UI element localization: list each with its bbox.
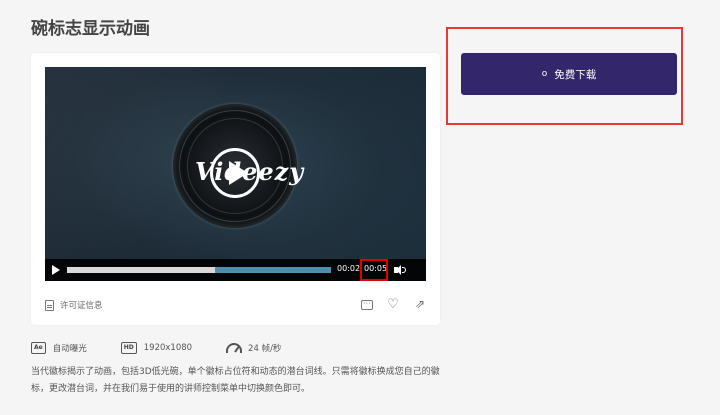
ae-icon: Ae	[31, 342, 46, 354]
comment-icon[interactable]	[361, 297, 373, 310]
volume-icon[interactable]	[394, 265, 406, 275]
big-play-icon[interactable]	[210, 148, 260, 198]
free-download-button[interactable]: o 免费下载	[461, 53, 677, 95]
share-icon[interactable]: ⇗	[413, 298, 427, 311]
video-card: Videezy 00:02 00:05 许可证信息 ♡ ⇗	[31, 53, 440, 325]
seek-bar-fill	[67, 267, 215, 273]
meta-format: Ae 自动曝光	[31, 342, 87, 354]
page-title: 碗标志显示动画	[31, 19, 150, 39]
video-player[interactable]: Videezy 00:02 00:05	[45, 67, 426, 281]
license-info-link[interactable]: 许可证信息	[45, 299, 103, 311]
seek-bar[interactable]	[67, 267, 331, 273]
player-controls: 00:02 00:05	[45, 259, 426, 281]
video-description: 当代徽标揭示了动画，包括3D低光碗，单个徽标占位符和动态的潜台词线。只需将徽标换…	[31, 367, 440, 394]
license-label: 许可证信息	[60, 301, 103, 311]
meta-fps: 24 帧/秒	[226, 342, 281, 354]
play-icon[interactable]	[52, 265, 60, 275]
download-label: 免费下载	[554, 68, 597, 81]
duration-highlight-box	[360, 259, 388, 281]
heart-icon[interactable]: ♡	[386, 298, 400, 311]
speedometer-icon	[226, 343, 243, 353]
document-icon	[45, 299, 54, 311]
current-time: 00:02	[337, 264, 361, 273]
meta-resolution: HD 1920x1080	[120, 342, 192, 354]
hd-icon: HD	[120, 342, 137, 354]
video-meta: Ae 自动曝光 HD 1920x1080 24 帧/秒	[31, 342, 315, 354]
download-icon: o	[541, 69, 548, 79]
card-actions: ♡ ⇗	[361, 297, 427, 311]
